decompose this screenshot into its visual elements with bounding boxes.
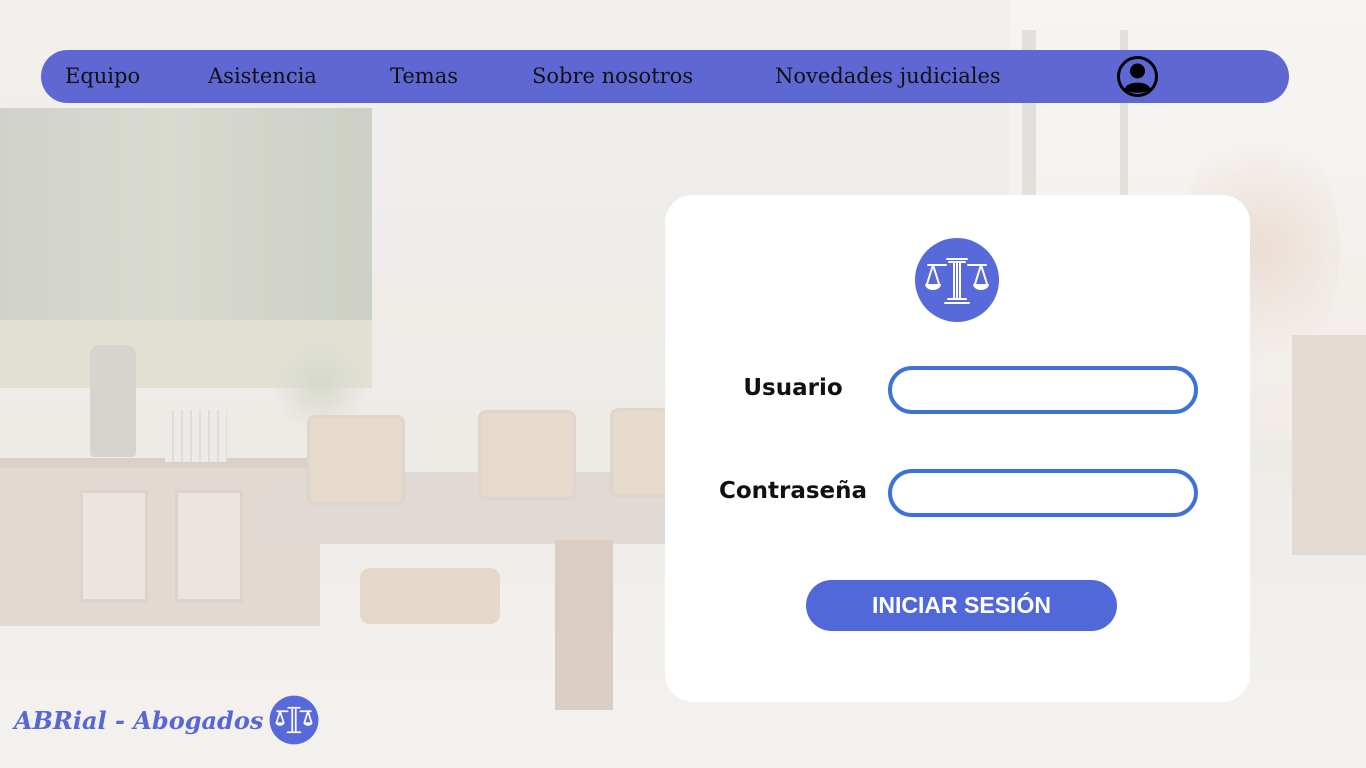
password-field[interactable] (888, 469, 1198, 517)
login-button[interactable]: INICIAR SESIÓN (806, 580, 1117, 631)
nav-item-asistencia[interactable]: Asistencia (208, 50, 317, 103)
brand-name: ABRial - Abogados (14, 706, 264, 735)
user-account-icon[interactable] (1116, 55, 1159, 98)
top-navigation-bar: Equipo Asistencia Temas Sobre nosotros N… (41, 50, 1289, 103)
nav-item-temas[interactable]: Temas (390, 50, 458, 103)
nav-item-equipo[interactable]: Equipo (65, 50, 140, 103)
username-field[interactable] (888, 366, 1198, 414)
password-label: Contraseña (718, 478, 868, 504)
nav-item-sobre-nosotros[interactable]: Sobre nosotros (532, 50, 693, 103)
login-card: Usuario Contraseña INICIAR SESIÓN (665, 195, 1250, 702)
scales-of-justice-icon (914, 237, 1000, 323)
scales-of-justice-icon (269, 695, 319, 745)
nav-item-novedades-judiciales[interactable]: Novedades judiciales (775, 50, 1001, 103)
username-label: Usuario (743, 375, 843, 401)
